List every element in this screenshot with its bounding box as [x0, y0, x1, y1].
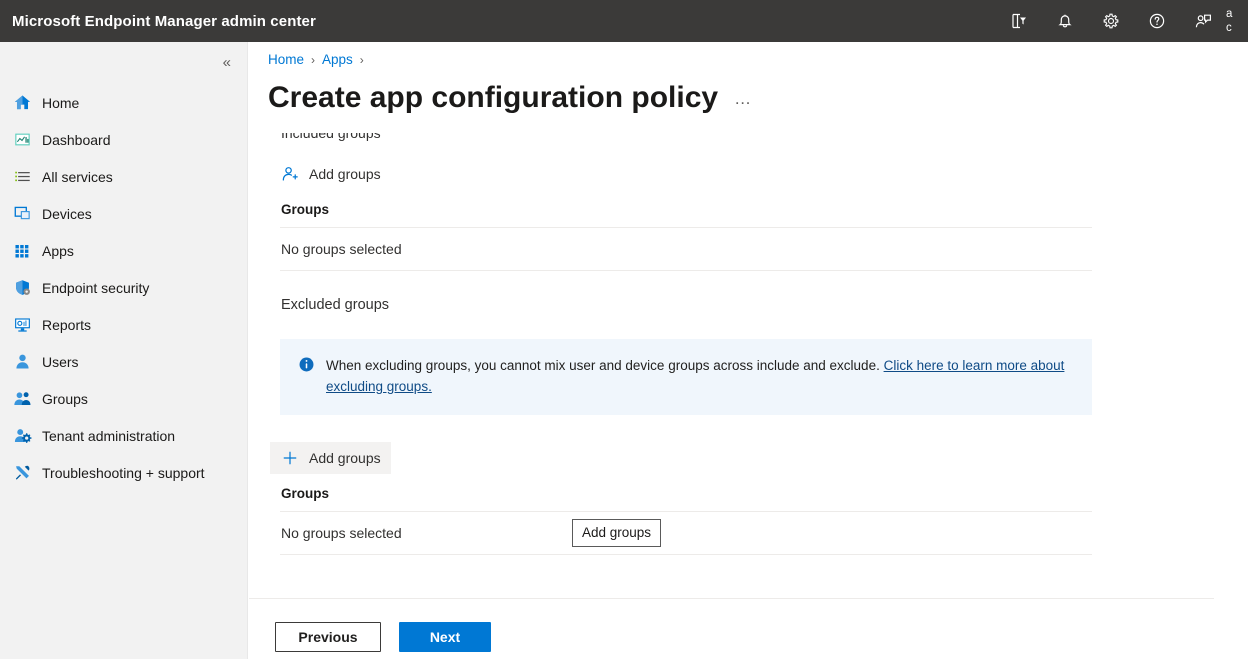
apps-grid-icon — [8, 240, 36, 262]
sidebar-item-label: Dashboard — [42, 131, 111, 148]
notifications-bell-icon[interactable] — [1042, 0, 1088, 42]
shield-icon — [8, 277, 36, 299]
excluded-groups-empty-row: No groups selected — [280, 512, 1092, 555]
devices-icon — [8, 203, 36, 225]
tenant-admin-icon — [8, 425, 36, 447]
sidebar-item-all-services[interactable]: All services — [0, 158, 247, 195]
sidebar-nav-list: Home Dashboard All services Devices Apps… — [0, 84, 247, 491]
breadcrumb-separator: › — [359, 52, 364, 67]
sidebar-item-troubleshooting-support[interactable]: Troubleshooting + support — [0, 454, 247, 491]
wizard-footer: Previous Next — [249, 598, 1248, 659]
info-text-body: When excluding groups, you cannot mix us… — [326, 358, 884, 373]
page-title-row: Create app configuration policy … — [268, 79, 752, 117]
sidebar-item-groups[interactable]: Groups — [0, 380, 247, 417]
excluded-groups-info-text: When excluding groups, you cannot mix us… — [326, 355, 1078, 397]
excluded-groups-table-header: Groups — [280, 486, 1092, 512]
settings-gear-icon[interactable] — [1088, 0, 1134, 42]
info-circle-icon — [298, 356, 315, 378]
all-services-icon — [8, 166, 36, 188]
sidebar-item-label: Tenant administration — [42, 427, 176, 444]
breadcrumb-item-home[interactable]: Home — [268, 52, 304, 67]
included-groups-empty-row: No groups selected — [280, 228, 1092, 271]
form-content-scroll-region: Included groups Add groups Groups No gro… — [249, 133, 1248, 597]
directory-filter-icon[interactable] — [996, 0, 1042, 42]
sidebar-item-label: Troubleshooting + support — [42, 464, 205, 481]
feedback-icon[interactable] — [1180, 0, 1226, 42]
sidebar-item-dashboard[interactable]: Dashboard — [0, 121, 247, 158]
add-groups-included-label: Add groups — [309, 166, 381, 182]
breadcrumb-separator: › — [311, 52, 316, 67]
add-user-icon — [280, 164, 300, 184]
account-line-1: a — [1226, 8, 1233, 20]
footer-divider — [249, 598, 1214, 599]
topbar-icon-group: a c — [996, 0, 1248, 42]
included-groups-table: Groups No groups selected — [280, 202, 1092, 271]
sidebar-item-label: Apps — [42, 242, 74, 259]
sidebar-item-label: All services — [42, 168, 113, 185]
add-groups-excluded-button[interactable]: Add groups — [270, 442, 391, 474]
sidebar-item-label: Reports — [42, 316, 92, 333]
sidebar-item-label: Users — [42, 353, 79, 370]
sidebar-item-reports[interactable]: Reports — [0, 306, 247, 343]
clipped-included-groups-label: Included groups — [281, 133, 381, 141]
included-groups-table-header: Groups — [280, 202, 1092, 228]
excluded-groups-label: Excluded groups — [281, 297, 390, 313]
sidebar-item-home[interactable]: Home — [0, 84, 247, 121]
sidebar-item-devices[interactable]: Devices — [0, 195, 247, 232]
sidebar-collapse-icon[interactable]: « — [0, 46, 247, 78]
add-groups-tooltip: Add groups — [572, 519, 662, 547]
previous-button[interactable]: Previous — [275, 622, 381, 652]
home-icon — [8, 92, 36, 114]
add-groups-excluded-label: Add groups — [309, 450, 381, 466]
footer-button-group: Previous Next — [275, 622, 491, 652]
page-more-menu-icon[interactable]: … — [734, 84, 752, 117]
sidebar-item-users[interactable]: Users — [0, 343, 247, 380]
add-groups-included-button[interactable]: Add groups — [270, 158, 391, 190]
sidebar-item-tenant-administration[interactable]: Tenant administration — [0, 417, 247, 454]
sidebar-item-label: Home — [42, 94, 80, 111]
account-line-2: c — [1226, 22, 1232, 34]
excluded-groups-table: Groups No groups selected — [280, 486, 1092, 555]
troubleshooting-icon — [8, 462, 36, 484]
main-content-area: Home › Apps › Create app configuration p… — [249, 42, 1248, 659]
top-app-bar: Microsoft Endpoint Manager admin center — [0, 0, 1248, 42]
sidebar-item-label: Groups — [42, 390, 88, 407]
sidebar-item-endpoint-security[interactable]: Endpoint security — [0, 269, 247, 306]
sidebar-item-label: Devices — [42, 205, 92, 222]
reports-icon — [8, 314, 36, 336]
plus-icon — [280, 448, 300, 468]
account-info[interactable]: a c — [1226, 7, 1248, 35]
dashboard-icon — [8, 129, 36, 151]
sidebar-item-apps[interactable]: Apps — [0, 232, 247, 269]
breadcrumb-item-apps[interactable]: Apps — [322, 52, 353, 67]
groups-icon — [8, 388, 36, 410]
page-title: Create app configuration policy — [268, 81, 719, 114]
next-button[interactable]: Next — [399, 622, 491, 652]
app-title: Microsoft Endpoint Manager admin center — [12, 12, 316, 30]
sidebar-item-label: Endpoint security — [42, 279, 150, 296]
user-icon — [8, 351, 36, 373]
breadcrumb: Home › Apps › — [268, 52, 364, 67]
help-question-icon[interactable] — [1134, 0, 1180, 42]
excluded-groups-info-banner: When excluding groups, you cannot mix us… — [280, 339, 1092, 415]
sidebar: « Home Dashboard All services Devices Ap… — [0, 42, 248, 659]
